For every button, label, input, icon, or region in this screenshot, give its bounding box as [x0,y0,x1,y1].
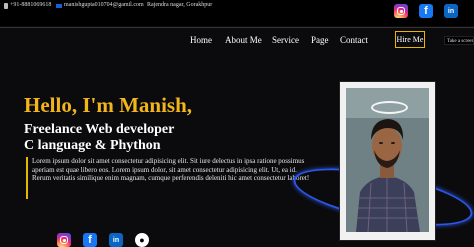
phone-icon [4,2,8,9]
facebook-icon[interactable]: f [83,233,97,247]
nav-home[interactable]: Home [190,35,212,45]
facebook-icon[interactable]: f [419,4,433,18]
instagram-icon[interactable] [57,233,71,247]
linkedin-icon[interactable]: in [109,233,123,247]
screenshot-tooltip: Take a screensh [444,36,474,45]
address-text: Rajendra nagar, Gorakhpur [147,2,213,8]
linkedin-icon[interactable]: in [444,4,458,18]
hero-languages: C language & Phython [24,138,161,153]
halo-ring [371,101,408,114]
instagram-icon[interactable] [394,4,408,18]
email-contact[interactable]: manishgupta010704@gamil.com [56,2,144,9]
phone-text: +91-8881069618 [10,2,52,8]
hero-greeting: Hello, I'm Manish, [24,93,193,117]
nav-contact[interactable]: Contact [340,35,368,45]
mail-icon [56,3,62,8]
nav-page[interactable]: Page [311,35,329,45]
email-text[interactable]: manishgupta010704@gamil.com [64,2,144,9]
phone-contact: +91-8881069618 [4,2,51,9]
hero-description: Lorem ipsum dolor sit amet consectetur a… [26,157,316,199]
top-bar: +91-8881069618 manishgupta010704@gamil.c… [0,0,474,26]
hire-me-button[interactable]: Hire Me [395,31,425,48]
nav-service[interactable]: Service [272,35,299,45]
hero-role: Freelance Web developer [24,122,175,137]
github-icon[interactable]: ● [135,233,149,247]
nav-about-me[interactable]: About Me [225,35,262,45]
